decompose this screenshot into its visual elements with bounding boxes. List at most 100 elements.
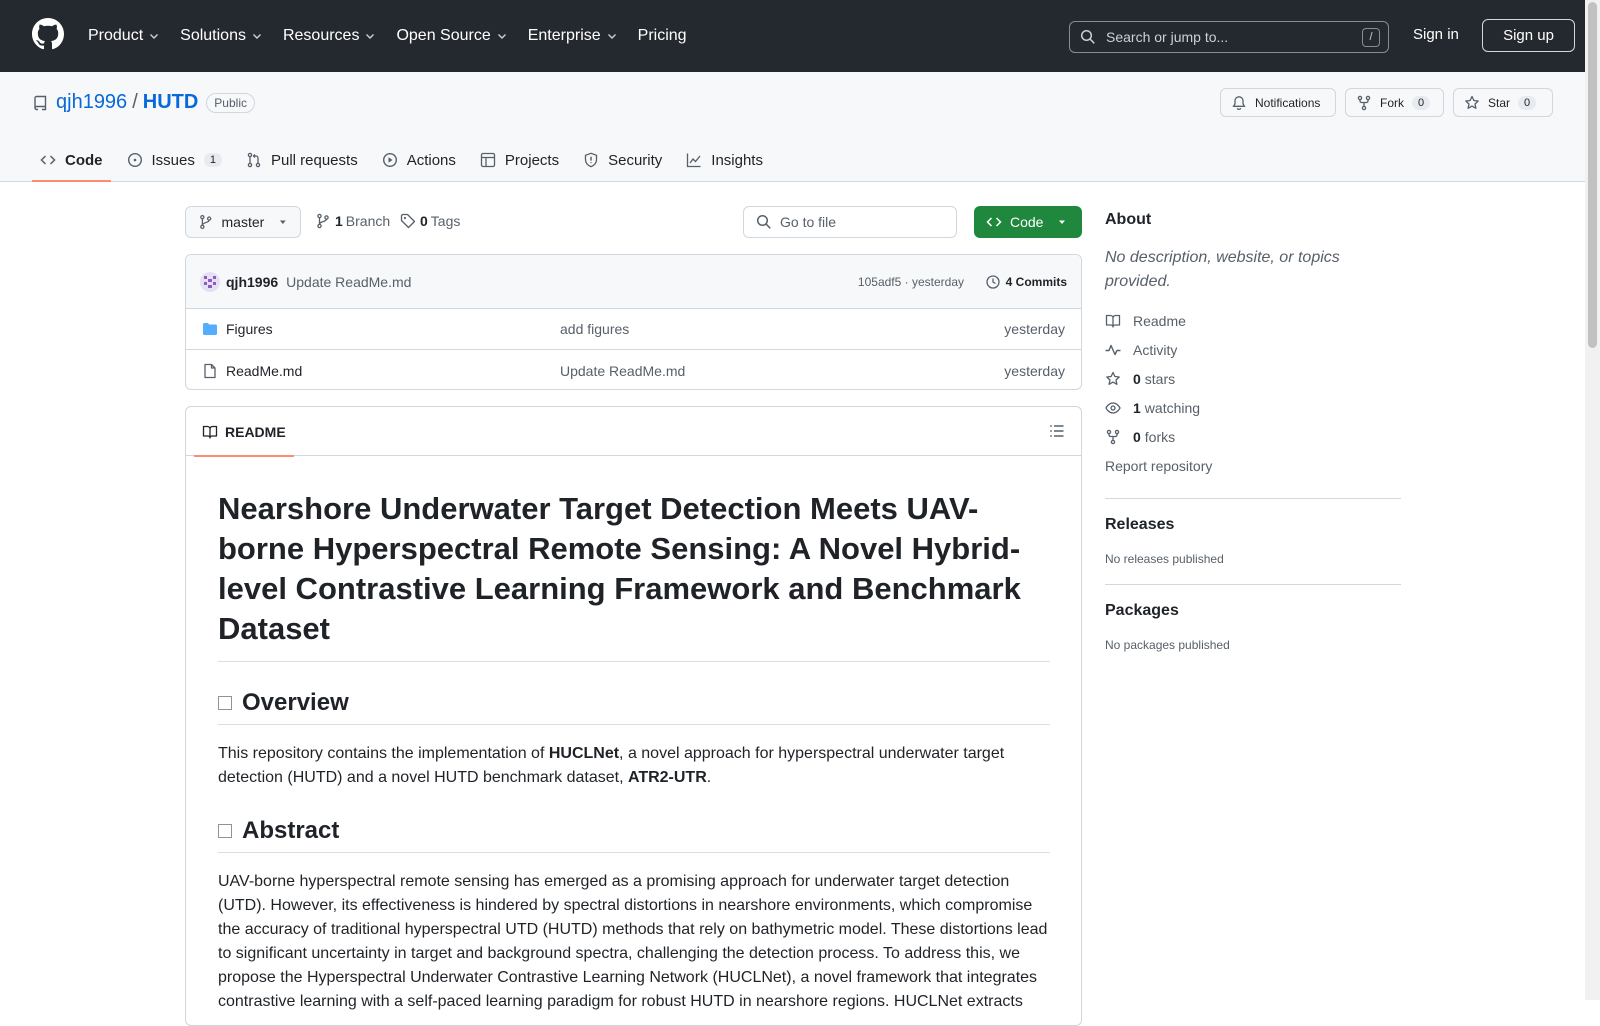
watching-link[interactable]: 1 watching <box>1105 393 1401 422</box>
star-icon <box>1106 371 1120 385</box>
code-download-button[interactable]: Code <box>974 206 1082 238</box>
go-to-file-placeholder: Go to file <box>780 214 837 230</box>
nav-enterprise[interactable]: Enterprise <box>528 27 618 45</box>
list-icon <box>1050 425 1064 437</box>
nav-solutions[interactable]: Solutions <box>180 27 263 45</box>
file-commit-message[interactable]: add figures <box>560 321 629 337</box>
readme-tab[interactable]: README <box>194 407 294 457</box>
readme-panel: README Nearshore Underwater Target Detec… <box>185 406 1082 1026</box>
fork-button[interactable]: Fork 0 <box>1345 88 1444 117</box>
nav-open-source-label: Open Source <box>396 27 491 44</box>
file-commit-message[interactable]: Update ReadMe.md <box>560 363 685 379</box>
star-button[interactable]: Star 0 <box>1453 88 1553 117</box>
chevron-down-icon <box>607 34 616 39</box>
stars-link[interactable]: 0 stars <box>1105 364 1401 393</box>
star-icon <box>1465 95 1479 109</box>
search-placeholder: Search or jump to... <box>1106 29 1229 45</box>
report-repository-link[interactable]: Report repository <box>1105 451 1401 480</box>
branch-icon <box>200 214 212 230</box>
outline-button[interactable] <box>1049 423 1065 439</box>
readme-link[interactable]: Readme <box>1105 306 1401 335</box>
file-commit-time: yesterday <box>1004 362 1065 379</box>
graph-icon <box>687 153 701 168</box>
nav-solutions-label: Solutions <box>180 27 246 44</box>
history-icon <box>985 274 1000 289</box>
tab-pull-requests[interactable]: Pull requests <box>238 138 366 182</box>
eye-icon <box>1105 401 1121 414</box>
tag-icon <box>400 213 416 229</box>
tab-projects[interactable]: Projects <box>472 138 567 182</box>
commits-history-link[interactable]: 4 Commits <box>985 274 1067 290</box>
abstract-heading: Abstract <box>218 816 1050 853</box>
bell-icon <box>1232 95 1246 110</box>
branches-link[interactable]: 1 Branch <box>315 213 390 229</box>
file-name-link[interactable]: ReadMe.md <box>226 363 302 379</box>
commit-hash-time[interactable]: 105adf5 · yesterday <box>858 275 964 289</box>
nav-product-label: Product <box>88 27 144 44</box>
nav-resources[interactable]: Resources <box>283 27 376 45</box>
file-commit-time: yesterday <box>1004 321 1065 337</box>
branch-select-button[interactable]: master <box>185 206 301 238</box>
code-icon <box>40 155 56 165</box>
book-icon <box>1105 314 1121 328</box>
sign-up-button[interactable]: Sign up <box>1482 19 1575 52</box>
activity-link-label: Activity <box>1133 341 1178 358</box>
file-row-figures[interactable]: Figures add figures yesterday <box>186 309 1081 350</box>
tab-code-label: Code <box>65 151 103 169</box>
nav-pricing-label: Pricing <box>637 27 687 44</box>
releases-heading[interactable]: Releases <box>1105 516 1401 534</box>
nav-open-source[interactable]: Open Source <box>396 27 507 45</box>
tab-security[interactable]: Security <box>575 138 670 182</box>
global-header: Product Solutions Resources Open Source … <box>0 0 1585 72</box>
table-icon <box>480 152 496 168</box>
stars-label: stars <box>1144 370 1176 387</box>
tab-code[interactable]: Code <box>32 138 111 182</box>
readme-content: Nearshore Underwater Target Detection Me… <box>218 489 1050 1014</box>
repo-owner-link[interactable]: qjh1996 <box>56 91 127 114</box>
play-icon <box>382 152 397 168</box>
repo-name-link[interactable]: HUTD <box>143 91 199 114</box>
nav-pricing[interactable]: Pricing <box>638 27 687 45</box>
packages-empty-text: No packages published <box>1105 638 1230 652</box>
file-name-link[interactable]: Figures <box>226 321 273 337</box>
commit-message-link[interactable]: Update ReadMe.md <box>286 274 411 290</box>
forks-link[interactable]: 0 forks <box>1105 422 1401 451</box>
tags-link[interactable]: 0 Tags <box>400 213 460 229</box>
code-icon <box>986 217 1002 227</box>
overview-bold-term: HUCLNet <box>548 745 620 762</box>
fork-count: 0 <box>1412 95 1431 110</box>
repo-icon <box>34 95 47 110</box>
fork-label: Fork <box>1380 95 1404 110</box>
commits-label: 4 Commits <box>1005 274 1067 289</box>
tab-issues[interactable]: Issues 1 <box>119 138 230 182</box>
tab-actions-label: Actions <box>406 151 456 169</box>
stars-count: 0 <box>1133 370 1141 387</box>
forks-count: 0 <box>1133 428 1141 445</box>
avatar[interactable] <box>200 271 220 292</box>
releases-empty-text: No releases published <box>1105 552 1224 566</box>
tab-insights[interactable]: Insights <box>678 138 771 182</box>
caret-down-icon <box>280 220 287 224</box>
commit-author-link[interactable]: qjh1996 <box>226 274 278 290</box>
tab-actions[interactable]: Actions <box>374 138 464 182</box>
packages-heading[interactable]: Packages <box>1105 602 1401 620</box>
go-to-file-input[interactable]: Go to file <box>743 206 957 238</box>
global-search-input[interactable]: Search or jump to... / <box>1069 21 1389 53</box>
nav-product[interactable]: Product <box>88 27 160 45</box>
issue-icon <box>127 152 142 168</box>
about-description: No description, website, or topics provi… <box>1105 249 1340 290</box>
branch-icon <box>317 213 329 229</box>
file-row-readme[interactable]: ReadMe.md Update ReadMe.md yesterday <box>186 350 1081 389</box>
sign-in-link[interactable]: Sign in <box>1413 26 1459 43</box>
code-button-label: Code <box>1010 214 1044 230</box>
repository-header: qjh1996 / HUTD Public Notifications Fork… <box>0 72 1585 182</box>
github-logo-icon[interactable] <box>32 18 64 50</box>
activity-link[interactable]: Activity <box>1105 335 1401 364</box>
scrollbar-thumb[interactable] <box>1588 2 1597 348</box>
repo-separator: / <box>132 91 138 113</box>
chevron-down-icon <box>252 34 261 39</box>
notifications-button[interactable]: Notifications <box>1220 88 1336 117</box>
visibility-badge: Public <box>206 92 255 113</box>
divider <box>1105 584 1401 585</box>
nav-enterprise-label: Enterprise <box>527 27 601 44</box>
